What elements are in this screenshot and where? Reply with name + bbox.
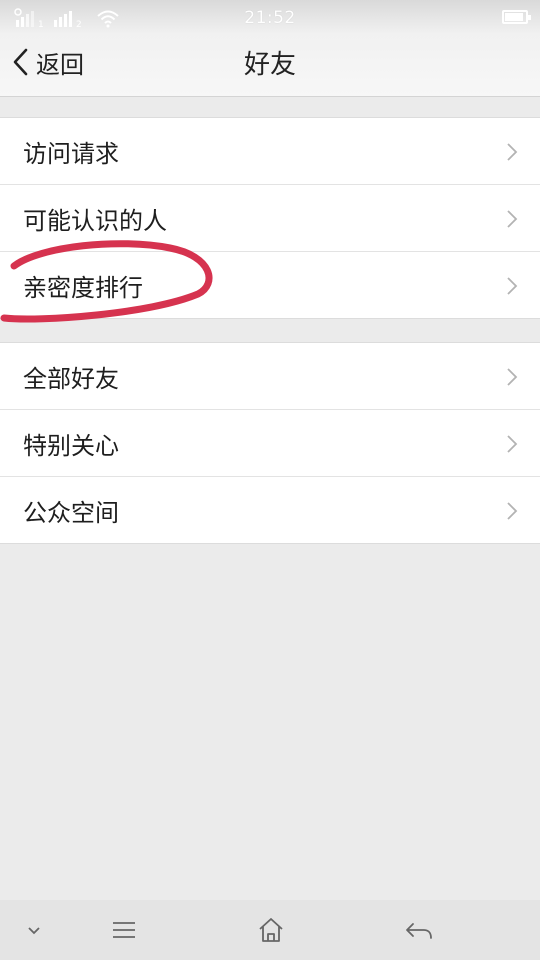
status-bar: 1 2 21:52	[0, 0, 540, 36]
list-item-label: 公众空间	[23, 499, 119, 527]
list-item-visit-requests[interactable]: 访问请求	[0, 118, 540, 185]
navigation-bar: 返回 好友	[0, 36, 540, 96]
list-item-intimacy-ranking[interactable]: 亲密度排行	[0, 252, 540, 318]
chevron-right-icon	[507, 143, 518, 161]
back-icon[interactable]	[404, 915, 434, 945]
status-time: 21:52	[244, 8, 296, 28]
list-group-requests: 访问请求 可能认识的人 亲密度排行	[0, 117, 540, 319]
list-item-label: 特别关心	[23, 432, 119, 460]
page-title: 好友	[243, 50, 296, 80]
system-nav-bar	[0, 900, 540, 960]
chevron-right-icon	[507, 502, 518, 520]
list-item-people-you-may-know[interactable]: 可能认识的人	[0, 185, 540, 252]
list-item-all-friends[interactable]: 全部好友	[0, 343, 540, 410]
list-group-friends: 全部好友 特别关心 公众空间	[0, 342, 540, 544]
home-icon[interactable]	[257, 915, 285, 945]
chevron-right-icon	[507, 210, 518, 228]
chevron-right-icon	[507, 277, 518, 295]
menu-icon[interactable]	[110, 915, 138, 945]
list-item-label: 可能认识的人	[23, 207, 167, 235]
list-item-label: 亲密度排行	[23, 274, 143, 302]
battery-icon	[502, 10, 531, 24]
list-item-special-care[interactable]: 特别关心	[0, 410, 540, 477]
list-item-label: 访问请求	[23, 140, 119, 168]
list-item-public-space[interactable]: 公众空间	[0, 477, 540, 543]
chevron-down-icon[interactable]	[24, 915, 44, 945]
list-item-label: 全部好友	[23, 365, 119, 393]
chevron-right-icon	[507, 435, 518, 453]
chevron-right-icon	[507, 368, 518, 386]
top-bar: 1 2 21:52 返回 好友	[0, 0, 540, 97]
